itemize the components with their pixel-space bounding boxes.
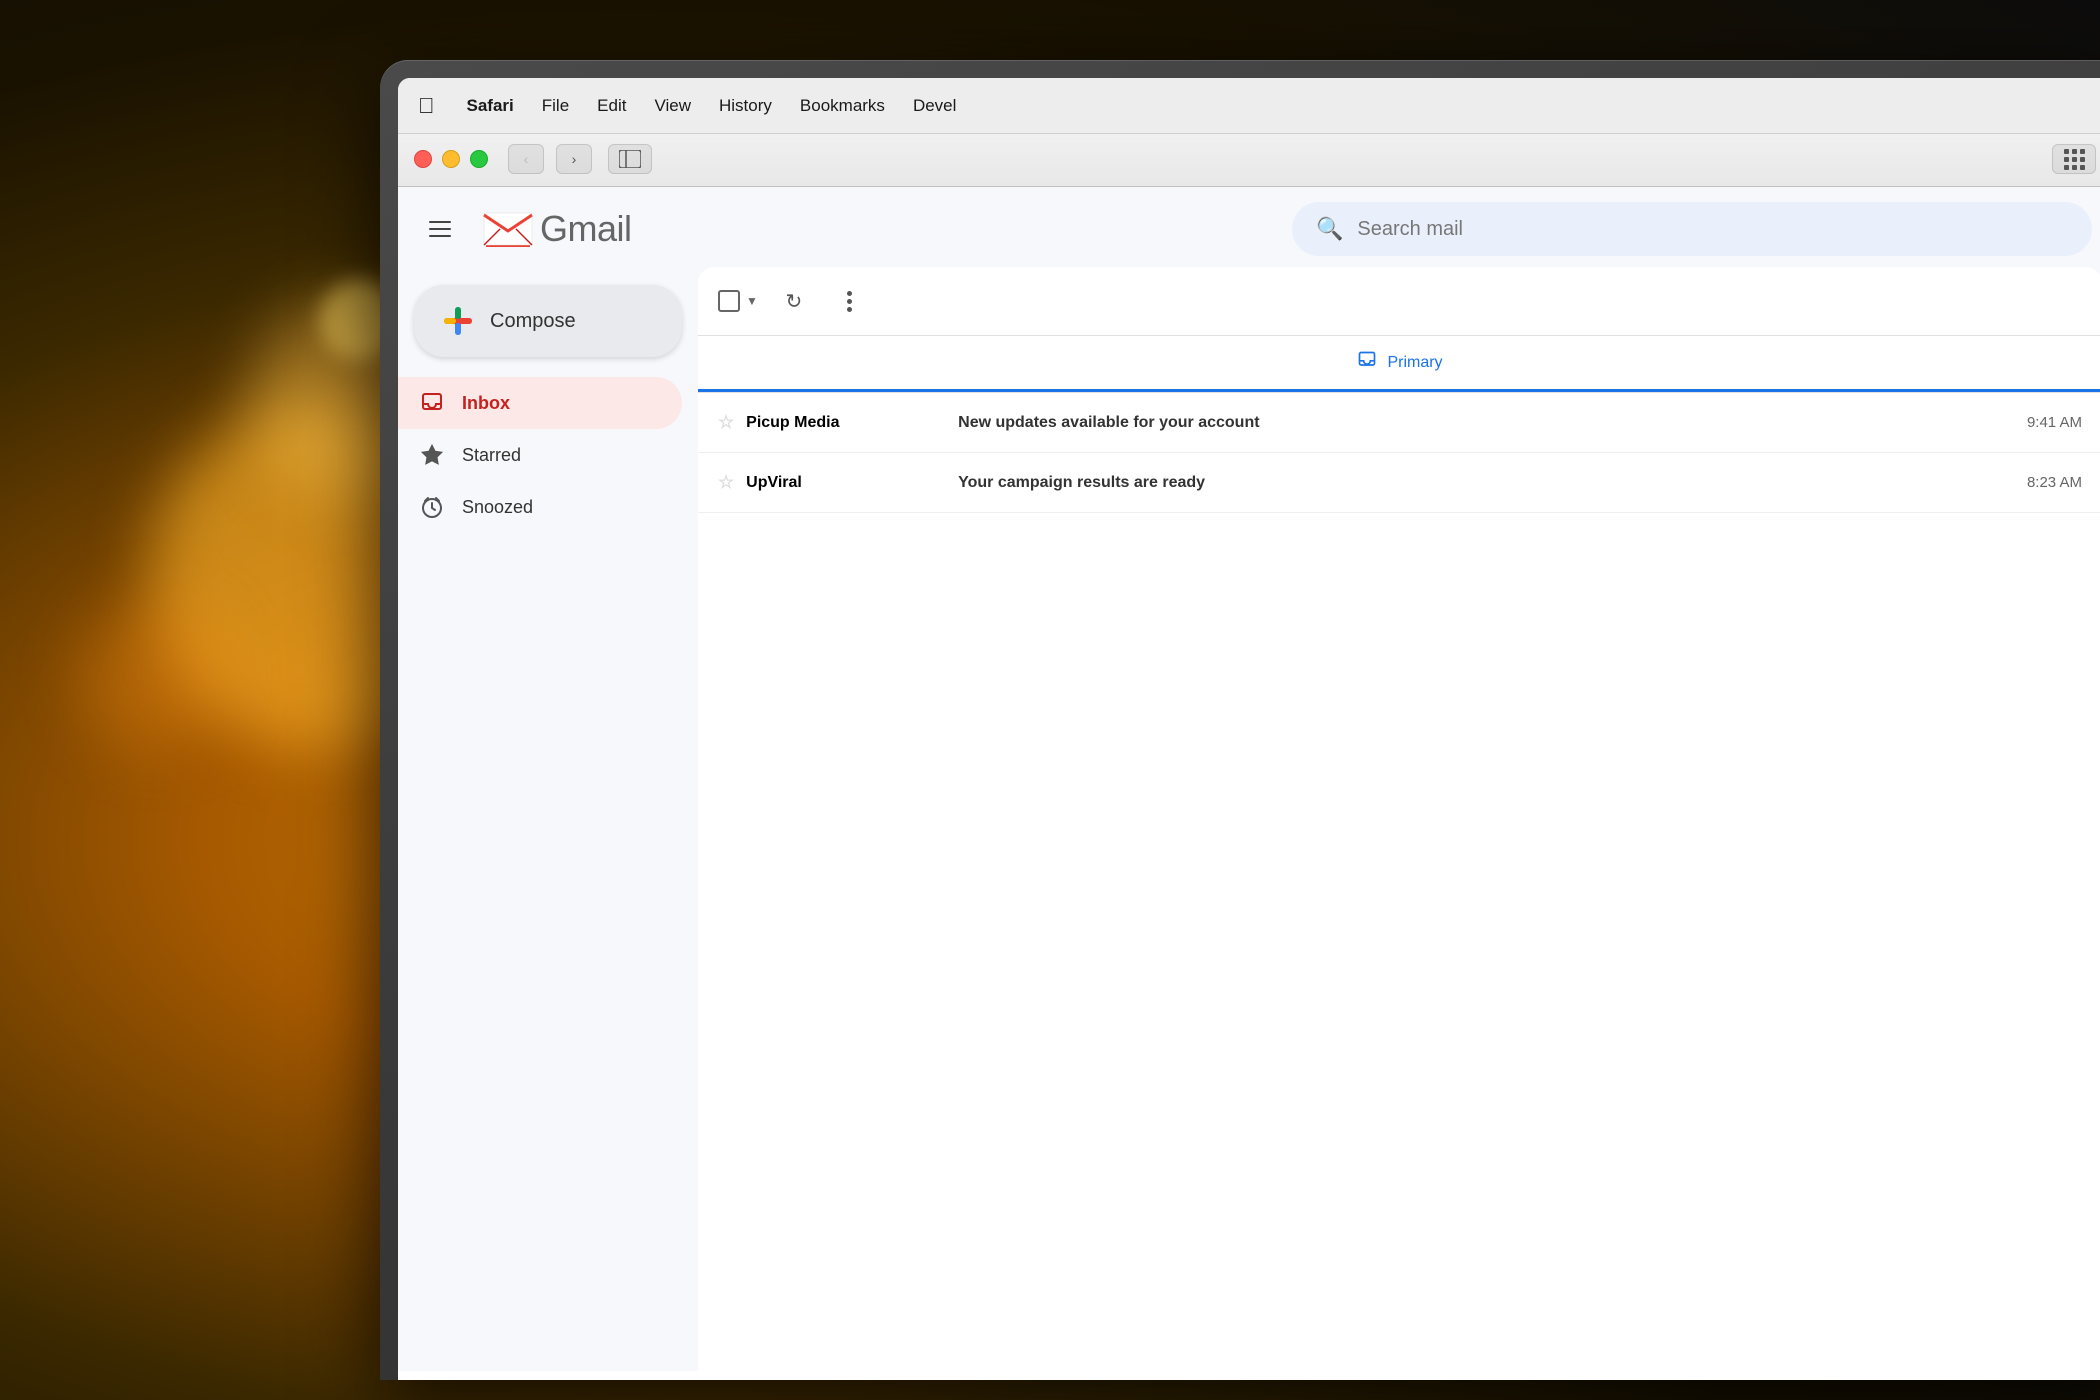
tab-primary[interactable]: Primary (698, 336, 2100, 392)
compose-label: Compose (490, 310, 576, 333)
traffic-lights (414, 150, 488, 168)
menubar-edit[interactable]: Edit (583, 92, 640, 120)
star-icon (418, 441, 446, 469)
gmail-wordmark: Gmail (540, 208, 632, 250)
laptop-bezel:  Safari File Edit View History Bookmark… (380, 60, 2100, 1380)
email-row[interactable]: ☆ Picup Media New updates available for … (698, 393, 2100, 453)
sidebar-item-snoozed[interactable]: Snoozed (398, 481, 682, 533)
email-row[interactable]: ☆ UpViral Your campaign results are read… (698, 453, 2100, 513)
email-subject: New updates available for your account (958, 414, 2015, 432)
laptop-screen:  Safari File Edit View History Bookmark… (398, 78, 2100, 1380)
apple-menu[interactable]:  (418, 93, 435, 119)
checkbox-icon (718, 290, 740, 312)
sidebar-toggle-icon (619, 150, 641, 168)
back-button[interactable]: ‹ (508, 144, 544, 174)
primary-tab-icon (1357, 350, 1377, 375)
dropdown-arrow-icon: ▼ (746, 294, 758, 308)
gmail-logo: Gmail (482, 203, 632, 255)
email-sender: Picup Media (746, 414, 946, 432)
snoozed-label: Snoozed (462, 497, 533, 518)
minimize-button[interactable] (442, 150, 460, 168)
menubar-safari[interactable]: Safari (453, 92, 528, 120)
gmail-sidebar: Compose Inbox (398, 267, 698, 1371)
menubar-devel[interactable]: Devel (899, 92, 970, 120)
search-icon: 🔍 (1316, 216, 1343, 242)
gmail-header: Gmail 🔍 Search mail (398, 187, 2100, 267)
email-time: 9:41 AM (2027, 414, 2082, 431)
chevron-right-icon: › (572, 151, 577, 167)
inbox-label: Inbox (462, 393, 510, 414)
sidebar-toggle-button[interactable] (608, 144, 652, 174)
menubar-file[interactable]: File (528, 92, 583, 120)
gmail-m-icon (482, 203, 534, 255)
gmail-content: Gmail 🔍 Search mail (398, 187, 2100, 1371)
chevron-left-icon: ‹ (524, 151, 529, 167)
browser-toolbar-area: ‹ › (398, 134, 2100, 187)
close-button[interactable] (414, 150, 432, 168)
star-icon[interactable]: ☆ (718, 412, 734, 433)
search-placeholder-text: Search mail (1357, 218, 1463, 241)
macos-menubar:  Safari File Edit View History Bookmark… (398, 78, 2100, 134)
email-time: 8:23 AM (2027, 474, 2082, 491)
menubar-history[interactable]: History (705, 92, 786, 120)
email-tabs: Primary (698, 336, 2100, 393)
more-dots-icon (847, 299, 852, 304)
grid-icon (2064, 149, 2085, 170)
star-icon[interactable]: ☆ (718, 472, 734, 493)
compose-button[interactable]: Compose (414, 285, 682, 357)
primary-tab-label: Primary (1387, 354, 1442, 372)
refresh-icon: ↻ (786, 289, 803, 314)
sidebar-item-inbox[interactable]: Inbox (398, 377, 682, 429)
menubar-bookmarks[interactable]: Bookmarks (786, 92, 899, 120)
extensions-button[interactable] (2052, 144, 2096, 174)
sidebar-item-starred[interactable]: Starred (398, 429, 682, 481)
hamburger-menu-button[interactable] (418, 207, 462, 251)
menubar-view[interactable]: View (640, 92, 705, 120)
maximize-button[interactable] (470, 150, 488, 168)
email-subject: Your campaign results are ready (958, 474, 2015, 492)
inbox-icon (418, 389, 446, 417)
email-toolbar: ▼ ↻ (698, 267, 2100, 336)
email-list-area: ▼ ↻ (698, 267, 2100, 1371)
starred-label: Starred (462, 445, 521, 466)
refresh-button[interactable]: ↻ (774, 281, 814, 321)
select-checkbox[interactable]: ▼ (718, 290, 758, 312)
compose-plus-icon (442, 305, 474, 337)
more-dots-icon (847, 307, 852, 312)
email-sender: UpViral (746, 474, 946, 492)
more-dots-icon (847, 291, 852, 296)
search-bar[interactable]: 🔍 Search mail (1292, 202, 2092, 256)
gmail-main-area: Compose Inbox (398, 267, 2100, 1371)
forward-button[interactable]: › (556, 144, 592, 174)
clock-icon (418, 493, 446, 521)
hamburger-icon (429, 221, 451, 237)
bokeh-light-3 (80, 600, 230, 750)
more-options-button[interactable] (830, 281, 870, 321)
